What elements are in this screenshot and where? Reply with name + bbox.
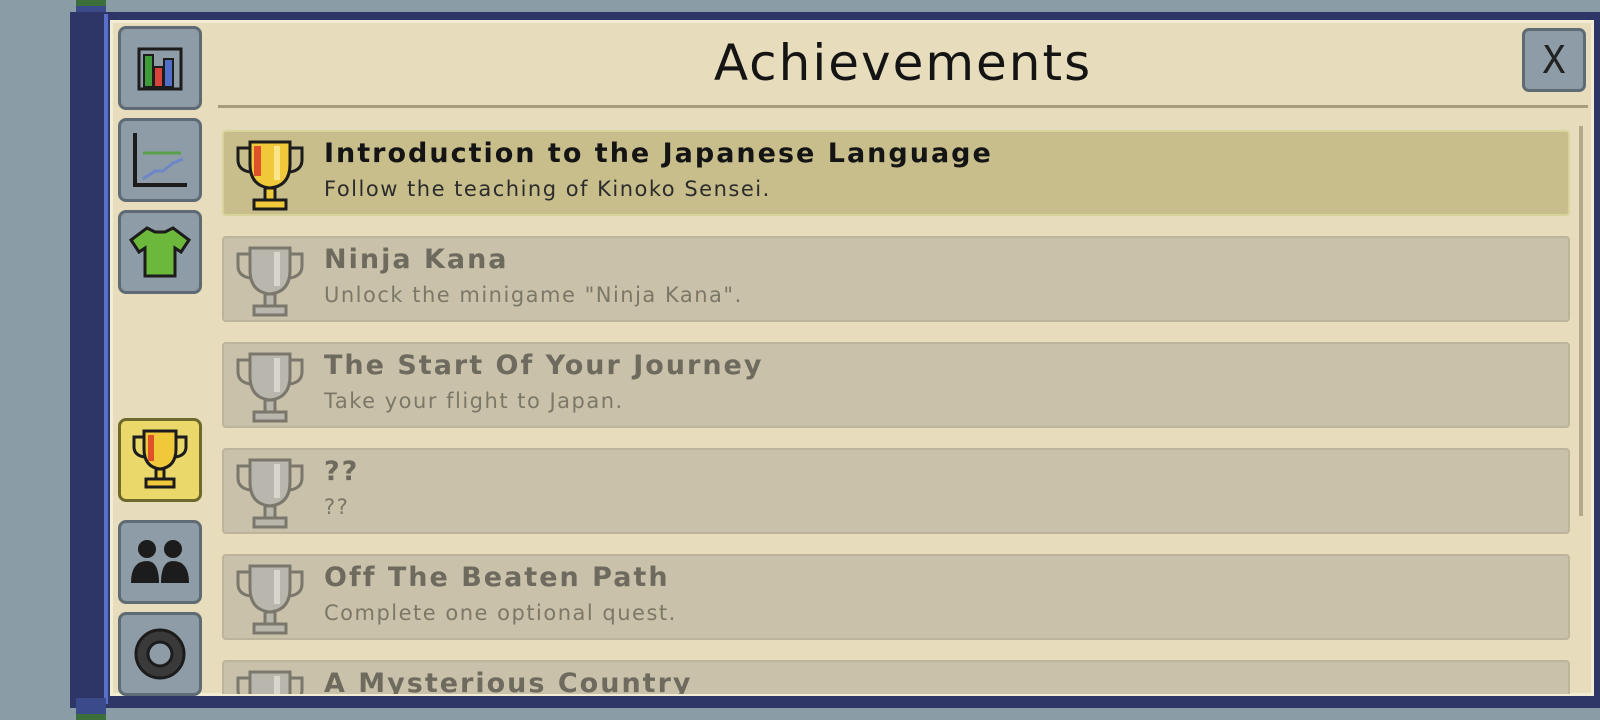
achievement-description: Take your flight to Japan. — [324, 389, 624, 413]
trophy-icon — [132, 429, 188, 489]
page-title: Achievements — [713, 34, 1093, 92]
list-item[interactable]: A Mysterious Country — [222, 660, 1570, 694]
achievement-description: Unlock the minigame "Ninja Kana". — [324, 283, 743, 307]
achievement-name: Off The Beaten Path — [324, 562, 670, 593]
settings-tab[interactable] — [118, 612, 202, 696]
scroll-rod-bottom — [76, 698, 106, 720]
achievement-description: Follow the teaching of Kinoko Sensei. — [324, 177, 771, 201]
achievement-name: Introduction to the Japanese Language — [324, 138, 993, 169]
achievement-name: The Start Of Your Journey — [324, 350, 764, 381]
gold-trophy-icon — [236, 140, 304, 211]
gear-icon — [134, 628, 186, 680]
locked-trophy-icon — [236, 564, 304, 635]
friends-tab[interactable] — [118, 520, 202, 604]
close-button[interactable]: X — [1522, 28, 1586, 92]
achievement-name: ?? — [324, 456, 360, 487]
list-item[interactable]: Introduction to the Japanese Language Fo… — [222, 130, 1570, 216]
list-item[interactable]: Ninja Kana Unlock the minigame "Ninja Ka… — [222, 236, 1570, 322]
locked-trophy-icon — [236, 352, 304, 423]
people-icon — [131, 540, 189, 583]
locked-trophy-icon — [236, 670, 304, 694]
list-item[interactable]: Off The Beaten Path Complete one optiona… — [222, 554, 1570, 640]
achievements-tab[interactable] — [118, 418, 202, 502]
list-scrollbar[interactable] — [1579, 126, 1583, 516]
line-graph-icon — [133, 133, 187, 187]
header: Achievements — [218, 26, 1588, 108]
locked-trophy-icon — [236, 246, 304, 317]
stats-tab[interactable] — [118, 26, 202, 110]
achievement-description: ?? — [324, 495, 350, 519]
bar-chart-icon — [137, 47, 183, 91]
list-item[interactable]: The Start Of Your Journey Take your flig… — [222, 342, 1570, 428]
shirt-icon — [128, 226, 192, 278]
locked-trophy-icon — [236, 458, 304, 529]
progress-tab[interactable] — [118, 118, 202, 202]
scroll-rod — [104, 14, 108, 704]
achievement-description: Complete one optional quest. — [324, 601, 677, 625]
list-item[interactable]: ?? ?? — [222, 448, 1570, 534]
achievement-name: A Mysterious Country — [324, 668, 693, 694]
achievement-name: Ninja Kana — [324, 244, 509, 275]
outfit-tab[interactable] — [118, 210, 202, 294]
achievement-list[interactable]: Introduction to the Japanese Language Fo… — [220, 126, 1572, 694]
